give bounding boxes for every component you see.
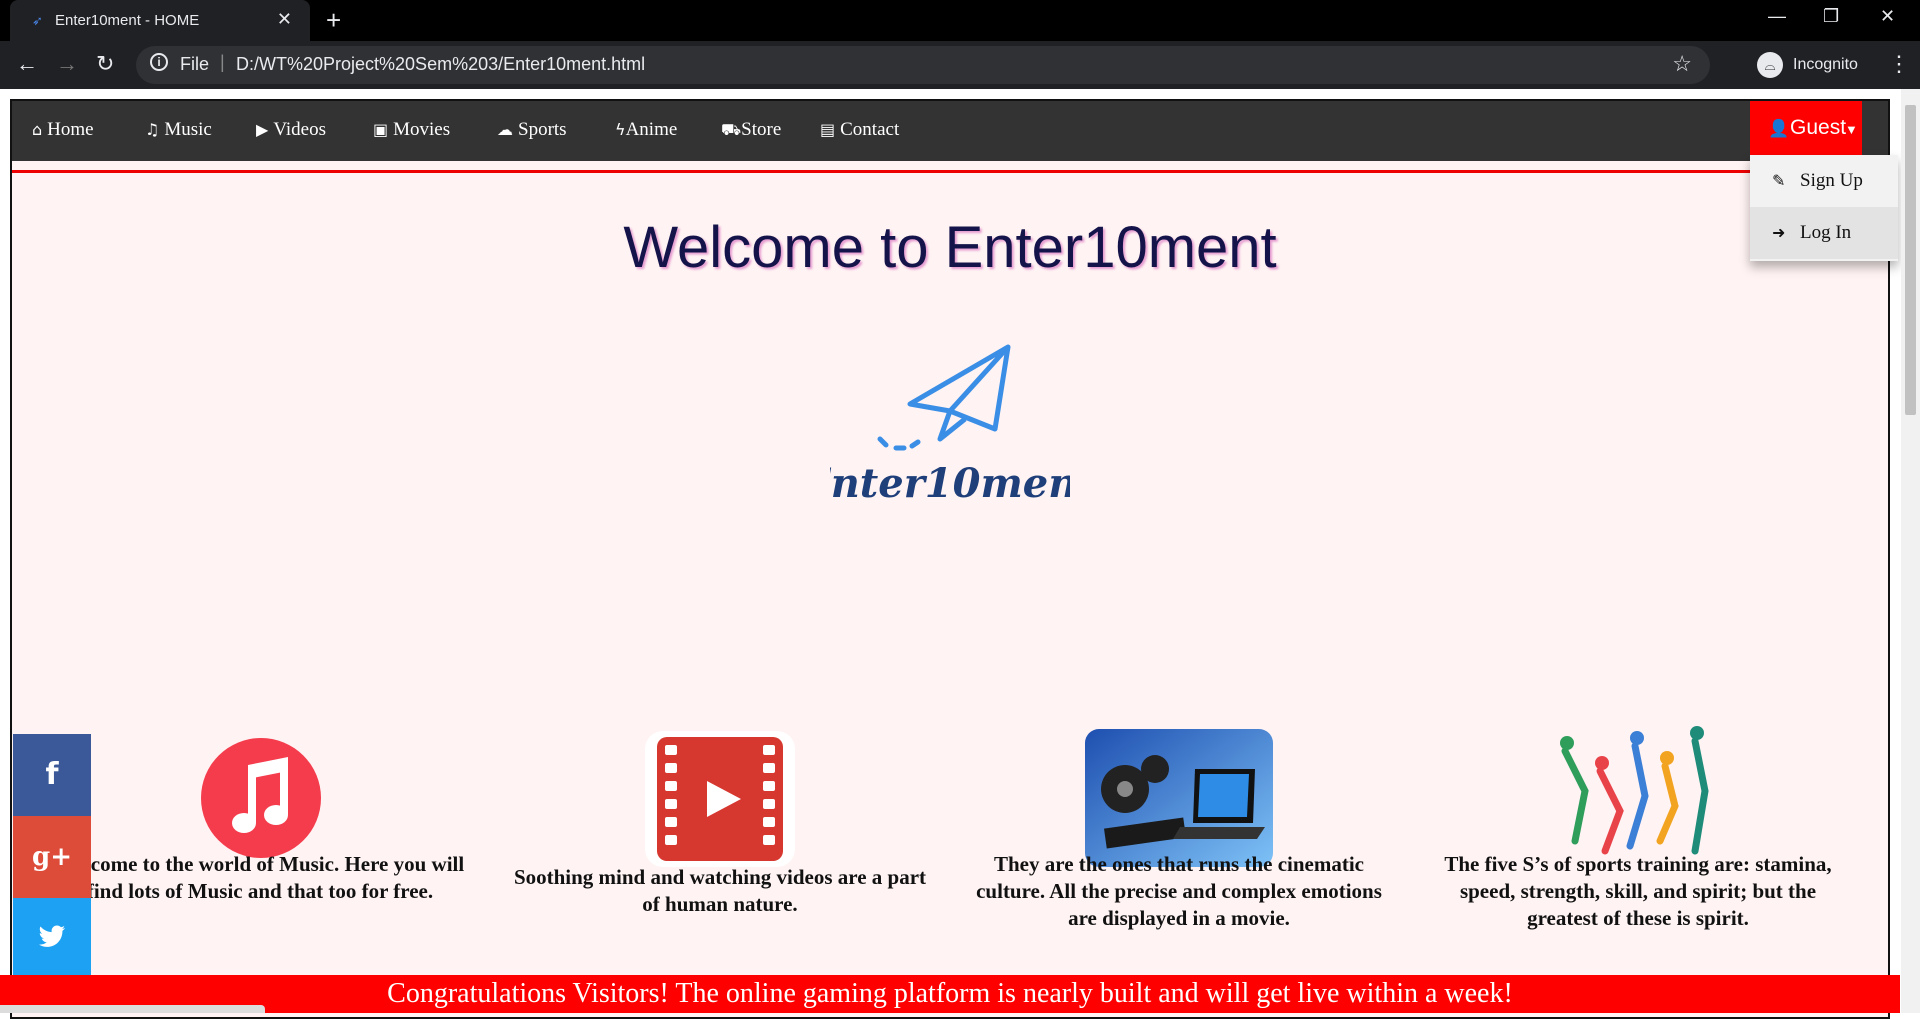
new-tab-icon[interactable]: + <box>326 5 341 36</box>
caret-down-icon: ▼ <box>1845 122 1858 137</box>
sports-card-text: The five S’s of sports training are: sta… <box>1444 852 1832 930</box>
nav-anime[interactable]: ϟAnime <box>615 119 677 141</box>
guest-menu-button[interactable]: 👤 Guest ▼ <box>1750 101 1862 155</box>
facebook-icon: f <box>45 757 59 792</box>
scrollbar-thumb[interactable] <box>1905 105 1916 415</box>
pencil-icon: ✎ <box>1772 171 1786 190</box>
google-plus-button[interactable]: g+ <box>13 816 91 898</box>
cloud-icon: ☁ <box>497 120 513 139</box>
address-bar[interactable]: i File | D:/WT%20Project%20Sem%203/Enter… <box>136 46 1710 84</box>
address-toolbar: ← → ↻ i File | D:/WT%20Project%20Sem%203… <box>0 41 1920 89</box>
nav-music[interactable]: ♫ Music <box>145 119 212 141</box>
sports-card-icon[interactable] <box>1545 721 1725 871</box>
nav-videos[interactable]: ▶ Videos <box>256 119 326 141</box>
signup-link[interactable]: ✎ Sign Up <box>1750 155 1898 207</box>
minimize-icon[interactable]: — <box>1768 6 1786 27</box>
video-card-icon[interactable] <box>645 731 795 867</box>
nav-sports[interactable]: ☁ Sports <box>497 119 567 141</box>
paper-plane-icon <box>877 344 1011 451</box>
info-icon[interactable]: i <box>150 53 168 71</box>
twitter-icon <box>38 925 65 947</box>
nav-home[interactable]: ⌂ Home <box>32 119 94 141</box>
reload-icon[interactable]: ↻ <box>96 51 114 77</box>
nav-store[interactable]: ⛟Store <box>721 119 781 141</box>
incognito-label: Incognito <box>1793 56 1858 73</box>
browser-tab[interactable]: ➶ Enter10ment - HOME ✕ <box>10 0 310 41</box>
home-icon: ⌂ <box>32 120 43 139</box>
browser-menu-icon[interactable]: ⋮ <box>1888 51 1910 77</box>
bolt-icon: ϟ <box>615 120 626 139</box>
close-tab-icon[interactable]: ✕ <box>277 9 292 30</box>
movie-card-icon[interactable] <box>1085 729 1273 867</box>
status-bar <box>0 1005 265 1013</box>
music-card-icon[interactable] <box>200 737 322 859</box>
music-card-text: Welcome to the world of Music. Here you … <box>55 852 465 903</box>
twitter-button[interactable] <box>13 898 91 975</box>
facebook-button[interactable]: f <box>13 734 91 816</box>
forward-icon[interactable]: → <box>56 51 78 77</box>
restore-icon[interactable]: ❐ <box>1823 6 1839 27</box>
nav-movies[interactable]: ▣ Movies <box>373 119 450 141</box>
video-card-text: Soothing mind and watching videos are a … <box>513 865 927 916</box>
nav-divider <box>12 170 1888 173</box>
logo-text: Enter10ment <box>830 460 1070 507</box>
page-title: Welcome to Enter10ment <box>623 215 1277 280</box>
url-text[interactable]: D:/WT%20Project%20Sem%203/Enter10ment.ht… <box>236 54 645 75</box>
back-icon[interactable]: ← <box>16 51 38 77</box>
close-window-icon[interactable]: ✕ <box>1880 6 1895 27</box>
navbar: ⌂ Home ♫ Music ▶ Videos ▣ Movies ☁ Sports ϟAn… <box>12 101 1888 161</box>
favicon-icon: ➶ <box>32 13 43 28</box>
incognito-icon: ⌓ <box>1757 52 1783 78</box>
browser-tabbar: ➶ Enter10ment - HOME ✕ + — ❐ ✕ <box>0 0 1920 41</box>
music-icon: ♫ <box>145 120 160 139</box>
nav-contact[interactable]: ▤ Contact <box>820 119 899 141</box>
youtube-icon: ▣ <box>373 120 389 139</box>
page: ⌂ Home ♫ Music ▶ Videos ▣ Movies ☁ Sports ϟAn… <box>0 89 1920 1019</box>
user-icon: 👤 <box>1768 119 1790 138</box>
tab-title: Enter10ment - HOME <box>55 12 200 29</box>
announcement-banner: Congratulations Visitors! The online gam… <box>0 975 1900 1013</box>
site-logo: Enter10ment <box>830 344 1070 507</box>
file-label: File <box>180 54 210 74</box>
movie-card-text: They are the ones that runs the cinemati… <box>976 852 1382 930</box>
cart-icon: ⛟ <box>721 120 742 139</box>
contact-icon: ▤ <box>820 120 836 139</box>
google-plus-icon: g+ <box>32 842 72 872</box>
play-icon: ▶ <box>256 120 269 139</box>
bookmark-star-icon[interactable]: ☆ <box>1672 51 1692 77</box>
page-scrollbar[interactable] <box>1901 89 1920 1013</box>
